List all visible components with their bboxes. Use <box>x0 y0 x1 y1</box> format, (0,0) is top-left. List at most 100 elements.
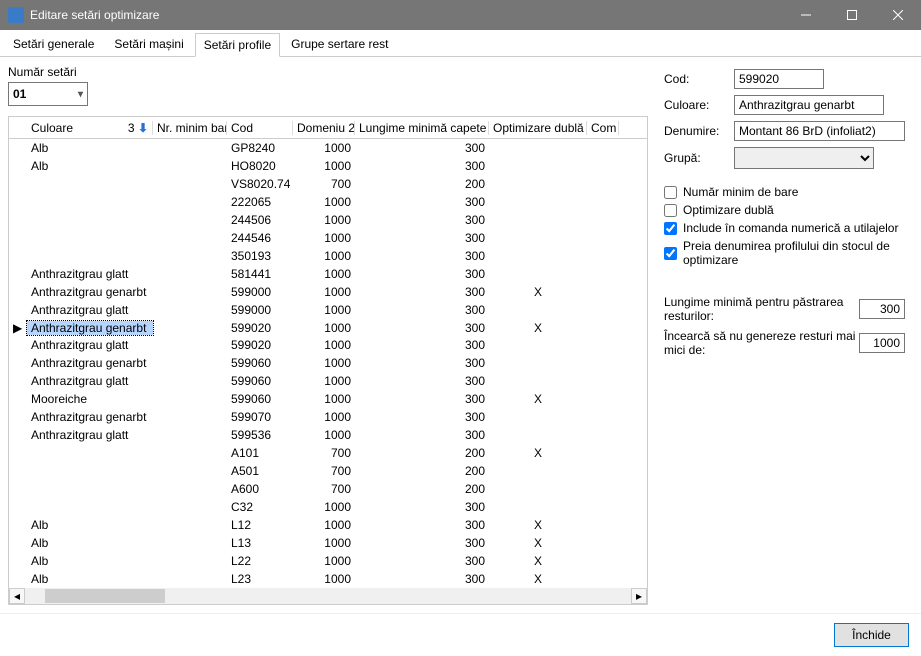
cell-culoare[interactable]: Anthrazitgrau glatt <box>27 267 153 281</box>
cell-cod[interactable]: 350193 <box>227 249 293 263</box>
h-scrollbar[interactable]: ◂ ▸ <box>9 588 647 604</box>
col-nr-min-bare[interactable]: Nr. minim bare <box>153 121 227 135</box>
table-row[interactable]: 2220651000300 <box>9 193 647 211</box>
table-row[interactable]: AlbHO80201000300 <box>9 157 647 175</box>
chk-preia-denumire[interactable] <box>664 247 677 260</box>
cell-domeniu2[interactable]: 700 <box>293 177 355 191</box>
cell-cod[interactable]: 599000 <box>227 285 293 299</box>
tab-setari-masini[interactable]: Setări mașini <box>105 32 192 56</box>
cell-cod[interactable]: 599020 <box>227 321 293 335</box>
table-row[interactable]: Anthrazitgrau genarbt5990701000300 <box>9 408 647 426</box>
cell-domeniu2[interactable]: 1000 <box>293 356 355 370</box>
cell-lungime[interactable]: 300 <box>355 500 489 514</box>
cell-domeniu2[interactable]: 1000 <box>293 572 355 586</box>
table-row[interactable]: A600700200 <box>9 480 647 498</box>
cell-cod[interactable]: C32 <box>227 500 293 514</box>
cell-optimizare[interactable]: X <box>489 321 587 335</box>
cell-domeniu2[interactable]: 1000 <box>293 249 355 263</box>
cell-cod[interactable]: GP8240 <box>227 141 293 155</box>
cell-culoare[interactable]: Alb <box>27 159 153 173</box>
cell-cod[interactable]: 581441 <box>227 267 293 281</box>
culoare-field[interactable] <box>734 95 884 115</box>
cell-culoare[interactable]: Alb <box>27 141 153 155</box>
cell-cod[interactable]: 599020 <box>227 338 293 352</box>
cell-cod[interactable]: 599000 <box>227 303 293 317</box>
cell-cod[interactable]: 599060 <box>227 356 293 370</box>
cod-field[interactable] <box>734 69 824 89</box>
table-row[interactable]: Anthrazitgrau genarbt5990601000300 <box>9 354 647 372</box>
cell-domeniu2[interactable]: 1000 <box>293 410 355 424</box>
cell-cod[interactable]: VS8020.74 <box>227 177 293 191</box>
cell-domeniu2[interactable]: 700 <box>293 464 355 478</box>
cell-lungime[interactable]: 300 <box>355 249 489 263</box>
numar-setari-select[interactable]: 01 ▾ <box>8 82 88 106</box>
cell-culoare[interactable]: Anthrazitgrau genarbt <box>27 356 153 370</box>
table-row[interactable]: Anthrazitgrau glatt 5995361000300 <box>9 426 647 444</box>
cell-lungime[interactable]: 300 <box>355 141 489 155</box>
table-row[interactable]: AlbL231000300X <box>9 570 647 588</box>
cell-lungime[interactable]: 300 <box>355 518 489 532</box>
table-row[interactable]: ▶Anthrazitgrau genarbt5990201000300X <box>9 319 647 337</box>
cell-cod[interactable]: L13 <box>227 536 293 550</box>
cell-optimizare[interactable]: X <box>489 285 587 299</box>
cell-cod[interactable]: 599536 <box>227 428 293 442</box>
resturi-field[interactable] <box>859 333 905 353</box>
table-row[interactable]: AlbL221000300X <box>9 552 647 570</box>
cell-culoare[interactable]: Anthrazitgrau glatt <box>27 428 153 442</box>
cell-domeniu2[interactable]: 1000 <box>293 213 355 227</box>
cell-cod[interactable]: 222065 <box>227 195 293 209</box>
table-row[interactable]: Anthrazitgrau glatt5990601000300 <box>9 372 647 390</box>
cell-lungime[interactable]: 300 <box>355 410 489 424</box>
cell-domeniu2[interactable]: 1000 <box>293 321 355 335</box>
cell-culoare[interactable]: Anthrazitgrau glatt <box>27 374 153 388</box>
cell-culoare[interactable]: Anthrazitgrau genarbt <box>27 321 153 335</box>
cell-cod[interactable]: 599060 <box>227 374 293 388</box>
cell-domeniu2[interactable]: 1000 <box>293 536 355 550</box>
table-row[interactable]: A501700200 <box>9 462 647 480</box>
cell-lungime[interactable]: 300 <box>355 428 489 442</box>
cell-culoare[interactable]: Anthrazitgrau glatt <box>27 303 153 317</box>
table-row[interactable]: 3501931000300 <box>9 247 647 265</box>
cell-domeniu2[interactable]: 1000 <box>293 303 355 317</box>
cell-domeniu2[interactable]: 1000 <box>293 428 355 442</box>
cell-lungime[interactable]: 300 <box>355 231 489 245</box>
cell-lungime[interactable]: 300 <box>355 554 489 568</box>
table-row[interactable]: A101700200X <box>9 444 647 462</box>
chk-include-cn[interactable] <box>664 222 677 235</box>
col-domeniu2[interactable]: Domeniu 2 <box>293 121 355 135</box>
close-button[interactable] <box>875 0 921 30</box>
cell-lungime[interactable]: 200 <box>355 177 489 191</box>
cell-culoare[interactable]: Mooreiche <box>27 392 153 406</box>
cell-culoare[interactable]: Alb <box>27 572 153 586</box>
cell-lungime[interactable]: 300 <box>355 321 489 335</box>
table-row[interactable]: Anthrazitgrau glatt5990001000300 <box>9 301 647 319</box>
cell-cod[interactable]: A501 <box>227 464 293 478</box>
cell-lungime[interactable]: 300 <box>355 267 489 281</box>
cell-cod[interactable]: HO8020 <box>227 159 293 173</box>
cell-culoare[interactable]: Alb <box>27 518 153 532</box>
col-lungime[interactable]: Lungime minimă capete <box>355 121 489 135</box>
cell-lungime[interactable]: 300 <box>355 195 489 209</box>
cell-culoare[interactable]: Anthrazitgrau glatt <box>27 338 153 352</box>
col-culoare[interactable]: Culoare 3 ⬇ <box>27 121 153 135</box>
chk-optimizare-dubla[interactable] <box>664 204 677 217</box>
cell-lungime[interactable]: 200 <box>355 482 489 496</box>
cell-culoare[interactable]: Alb <box>27 554 153 568</box>
table-row[interactable]: Anthrazitgrau glatt5814411000300 <box>9 265 647 283</box>
cell-optimizare[interactable]: X <box>489 446 587 460</box>
col-com[interactable]: Com <box>587 121 619 135</box>
table-row[interactable]: AlbGP82401000300 <box>9 139 647 157</box>
cell-culoare[interactable]: Anthrazitgrau genarbt <box>27 285 153 299</box>
table-row[interactable]: Anthrazitgrau glatt5990201000300 <box>9 336 647 354</box>
cell-domeniu2[interactable]: 1000 <box>293 231 355 245</box>
cell-lungime[interactable]: 300 <box>355 392 489 406</box>
table-row[interactable]: 2445461000300 <box>9 229 647 247</box>
cell-domeniu2[interactable]: 1000 <box>293 500 355 514</box>
table-row[interactable]: VS8020.74700200 <box>9 175 647 193</box>
cell-domeniu2[interactable]: 1000 <box>293 285 355 299</box>
cell-cod[interactable]: 244546 <box>227 231 293 245</box>
lungime-minima-field[interactable] <box>859 299 905 319</box>
cell-optimizare[interactable]: X <box>489 518 587 532</box>
table-row[interactable]: C321000300 <box>9 498 647 516</box>
cell-domeniu2[interactable]: 1000 <box>293 374 355 388</box>
